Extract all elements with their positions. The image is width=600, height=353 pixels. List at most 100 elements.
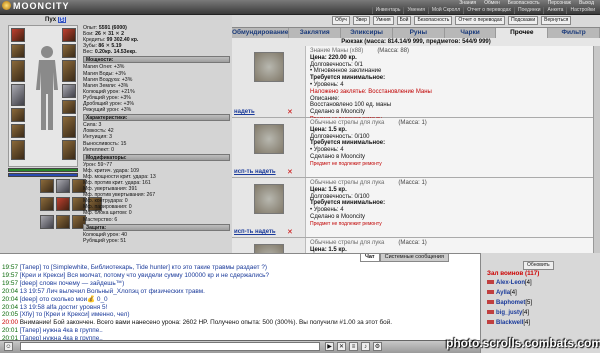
player-entry[interactable]: Aylla[4] [487,290,517,296]
player-name[interactable]: big_justy [496,310,522,316]
quick-slot-4[interactable] [40,197,54,211]
player-name[interactable]: Aylla [496,290,510,296]
ring-slot-2[interactable] [62,84,76,98]
chat-message[interactable]: [deep] ото сколько мои💰 0_0 [20,296,108,303]
quick-slot-2[interactable] [56,179,70,193]
item-image[interactable] [254,244,284,253]
player-entry[interactable]: Baphomet[5] [487,300,532,306]
chat-message[interactable]: 13 19:58 alfa достиг уровня 5! [20,304,108,311]
player-name[interactable]: Blackwell [496,320,523,326]
tab-system-messages[interactable]: Системные сообщения [379,253,449,262]
armor-slot[interactable] [11,84,25,106]
sort-button[interactable]: Подсказки [508,16,539,25]
submenu-item[interactable]: Отчет о переводах [463,7,514,14]
item-price-text: Цена: 1.5 кр. [310,126,347,133]
submenu-item[interactable]: Анкета [543,7,566,14]
chat-message[interactable]: [Xfiy] то [Креи и Крекси] именно, чел) [20,311,130,318]
boots-slot[interactable] [62,140,76,160]
delete-icon[interactable]: ✕ [287,168,293,176]
backpack-button[interactable]: Бой [396,16,412,25]
belt-slot[interactable] [11,108,25,122]
tab-5[interactable]: Прочее [496,28,549,38]
chat-message[interactable]: 13 19:57 Лич вылечил Вольный_Хлопэц от ф… [20,288,205,295]
bracers-slot[interactable] [62,116,76,138]
gloves-slot[interactable] [11,124,25,138]
tab-3[interactable]: Руны [393,28,445,38]
item-name[interactable]: Знание Маны (x88) [310,48,363,54]
top-menu-item[interactable]: Персонаж [544,0,575,7]
item-name[interactable]: Обычные стрелы для лука [310,240,384,246]
backpack-button[interactable]: Умния [372,16,394,25]
chat-message[interactable]: [Тапер] нужна 4ка в группе.. [20,327,103,334]
quick-slot-1[interactable] [40,179,54,193]
tab-chat[interactable]: Чат [360,253,380,262]
smiley-icon[interactable]: ☺ [4,342,13,351]
top-menu-item[interactable]: Выход [575,0,598,7]
tab-4[interactable]: Чарки [445,28,497,38]
filter-icon[interactable]: ≡ [349,342,358,351]
sound-icon[interactable]: ♪ [361,342,370,351]
weapon-slot[interactable] [11,60,25,82]
backpack-button[interactable]: Звер [352,16,370,25]
earrings-slot[interactable] [62,28,76,42]
chat-input[interactable] [20,342,320,351]
character-name[interactable]: Пух [5] [45,17,67,23]
ring-slot-1[interactable] [62,44,76,58]
quick-slot-8[interactable] [40,215,54,229]
player-entry[interactable]: Alex-Leon[4] [487,280,532,286]
submenu-item[interactable]: Мой Скролл [427,7,463,14]
chat-message[interactable]: [Креи и Крекси] Вся молчат, потому что у… [20,272,269,279]
quick-slot-5[interactable] [56,197,70,211]
quick-slot-9[interactable] [56,215,70,229]
item-image[interactable] [254,184,284,214]
item-image[interactable] [254,124,284,154]
chat-tabs: Чат Системные сообщения [360,253,480,262]
item-list-scrollbar[interactable] [593,46,600,253]
item-image[interactable] [254,52,284,82]
clear-icon[interactable]: ✕ [337,342,346,351]
shield-slot[interactable] [62,60,76,82]
legs-slot[interactable] [11,140,25,160]
player-entry[interactable]: big_justy[4] [487,310,529,316]
chat-message[interactable]: Внимание! Бой закончен. Всего вами нанес… [20,319,392,326]
settings-icon[interactable]: ⚙ [373,342,382,351]
back-button[interactable]: Вернуться [541,16,572,25]
submenu-item[interactable]: Инвентарь [371,7,404,14]
top-menu-item[interactable]: Обмен [480,0,504,7]
item-action-link[interactable]: исп-ть надеть [234,169,276,175]
submenu-item[interactable]: Настройки [566,7,598,14]
tab-2[interactable]: Эликсиры [341,28,393,38]
player-entry[interactable]: Blackwell[4] [487,320,530,326]
top-menu-item[interactable]: Знания [455,0,480,7]
tab-0[interactable]: Обмундирование [232,28,290,38]
delete-icon[interactable]: ✕ [287,108,293,116]
player-name[interactable]: Baphomet [496,300,525,306]
chat-message[interactable]: [Тапер] то [Simplewhite, Библиотекарь, T… [20,264,267,271]
delete-icon[interactable]: ✕ [287,228,293,236]
tab-6[interactable]: Фильтр [548,28,600,38]
helmet-slot[interactable] [11,28,25,42]
player-name[interactable]: Alex-Leon [496,280,525,286]
backpack-button[interactable]: Безопасность [414,16,453,25]
amulet-slot[interactable] [11,44,25,58]
chat-message[interactable]: [deep] словн почему — зайдешь™) [20,280,124,287]
protection-header[interactable]: Защита: [83,223,230,231]
item-action-link[interactable]: надеть [234,109,255,115]
mastery-header[interactable]: Мощности: [83,56,230,64]
submenu-item[interactable]: Поединки [513,7,544,14]
top-menu-item[interactable]: Безопасность [504,0,544,7]
item-name[interactable]: Обычные стрелы для лука [310,120,384,126]
refresh-button[interactable]: Обновить [523,261,554,270]
item-name[interactable]: Обычные стрелы для лука [310,180,384,186]
ring-slot-3[interactable] [62,100,76,114]
send-icon[interactable]: ▶ [325,342,334,351]
characteristics-header[interactable]: Характеристики: [83,114,230,122]
item-action-link[interactable]: исп-ть надеть [234,229,276,235]
tab-1[interactable]: Заклятия [289,28,342,38]
modifiers-header[interactable]: Модификаторы: [83,153,230,161]
submenu-item[interactable]: Умения [403,7,427,14]
report-button[interactable]: Отчет о переводах [455,16,506,25]
app-logo[interactable]: MOONCITY [2,1,70,14]
item-price-text: Цена: 1.5 кр. [310,186,347,193]
backpack-button[interactable]: Обуч [332,16,350,25]
